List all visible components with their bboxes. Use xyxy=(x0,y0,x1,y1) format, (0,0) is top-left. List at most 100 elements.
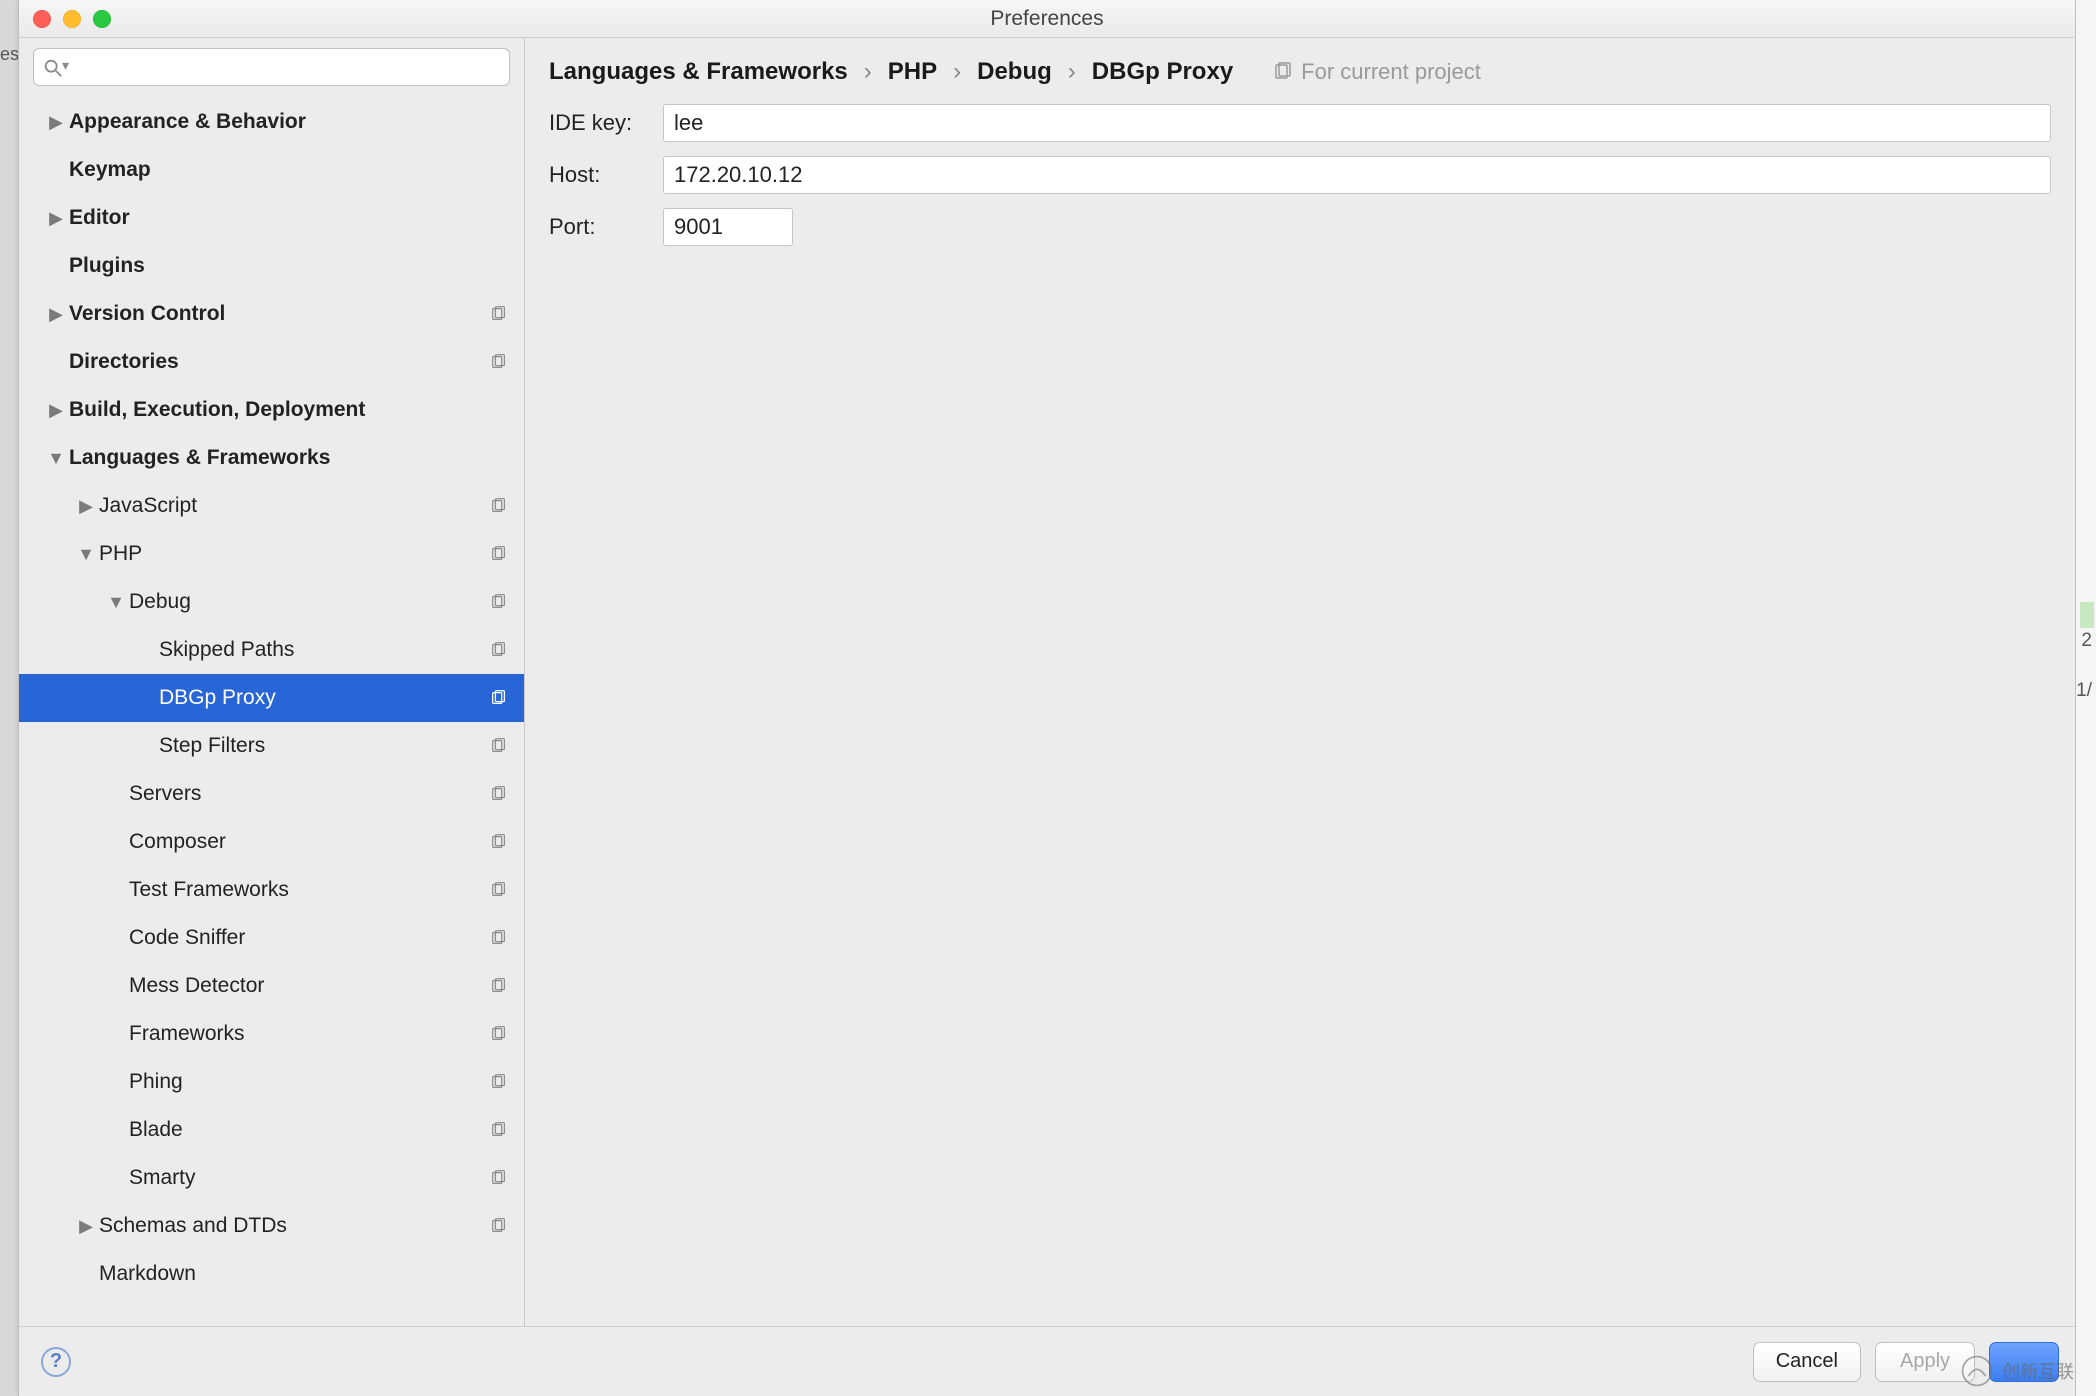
project-scope-icon xyxy=(488,1263,510,1285)
breadcrumb-item[interactable]: Debug xyxy=(977,58,1052,86)
breadcrumb-item[interactable]: Languages & Frameworks xyxy=(549,58,848,86)
sidebar-item-label: Smarty xyxy=(129,1166,488,1190)
sidebar-item-label: Editor xyxy=(69,206,488,230)
sidebar-item[interactable]: ▶Smarty xyxy=(19,1154,524,1202)
sidebar-item[interactable]: ▶Schemas and DTDs xyxy=(19,1202,524,1250)
chevron-right-icon[interactable]: ▶ xyxy=(43,208,69,229)
host-input[interactable] xyxy=(663,156,2051,194)
close-button[interactable] xyxy=(33,10,51,28)
sidebar-item[interactable]: ▼PHP xyxy=(19,530,524,578)
watermark-text: 创新互联 xyxy=(2002,1358,2074,1384)
sidebar-item-label: Frameworks xyxy=(129,1022,488,1046)
sidebar-item[interactable]: ▶Keymap xyxy=(19,146,524,194)
port-input[interactable] xyxy=(663,208,793,246)
project-scope-icon xyxy=(488,1071,510,1093)
sidebar-item[interactable]: ▼Debug xyxy=(19,578,524,626)
project-scope-icon xyxy=(488,1167,510,1189)
sidebar-item[interactable]: ▶Markdown xyxy=(19,1250,524,1298)
project-scope-icon xyxy=(488,207,510,229)
scope-label: For current project xyxy=(1301,59,1481,85)
background-right-strip: 2 1/ xyxy=(2076,0,2096,1396)
chevron-right-icon[interactable]: ▶ xyxy=(43,400,69,421)
sidebar-item-label: DBGp Proxy xyxy=(159,686,488,710)
sidebar-item[interactable]: ▶Composer xyxy=(19,818,524,866)
sidebar-item-label: Skipped Paths xyxy=(159,638,488,662)
project-scope-icon xyxy=(1273,62,1293,82)
ide-key-input[interactable] xyxy=(663,104,2051,142)
sidebar-tree[interactable]: ▶Appearance & Behavior▶Keymap▶Editor▶Plu… xyxy=(19,94,524,1326)
project-scope-icon xyxy=(488,879,510,901)
sidebar-item-label: Step Filters xyxy=(159,734,488,758)
chevron-right-icon[interactable]: ▶ xyxy=(43,112,69,133)
window-controls xyxy=(33,10,111,28)
project-scope-icon xyxy=(488,543,510,565)
sidebar-item[interactable]: ▶Blade xyxy=(19,1106,524,1154)
breadcrumb-item[interactable]: PHP xyxy=(888,58,937,86)
sidebar-item-label: Schemas and DTDs xyxy=(99,1214,488,1238)
project-scope-icon xyxy=(488,831,510,853)
sidebar-item[interactable]: ▶Frameworks xyxy=(19,1010,524,1058)
bg-right-mark: 2 xyxy=(2081,630,2092,652)
project-scope-icon xyxy=(488,1215,510,1237)
sidebar-item[interactable]: ▶Plugins xyxy=(19,242,524,290)
window-title: Preferences xyxy=(19,7,2075,31)
sidebar-item[interactable]: ▶Build, Execution, Deployment xyxy=(19,386,524,434)
main-panel: Languages & Frameworks › PHP › Debug › D… xyxy=(525,38,2075,1326)
ide-key-label: IDE key: xyxy=(549,110,645,136)
project-scope-icon xyxy=(488,159,510,181)
sidebar-item[interactable]: ▶Test Frameworks xyxy=(19,866,524,914)
sidebar-item[interactable]: ▶Mess Detector xyxy=(19,962,524,1010)
sidebar-item[interactable]: ▶Editor xyxy=(19,194,524,242)
project-scope-icon xyxy=(488,255,510,277)
sidebar-item[interactable]: ▶Servers xyxy=(19,770,524,818)
sidebar-item[interactable]: ▶Phing xyxy=(19,1058,524,1106)
chevron-right-icon[interactable]: ▶ xyxy=(43,304,69,325)
chevron-right-icon: › xyxy=(1068,58,1076,86)
sidebar-item-label: Build, Execution, Deployment xyxy=(69,398,488,422)
apply-button-label: Apply xyxy=(1900,1350,1950,1373)
sidebar-item[interactable]: ▶Version Control xyxy=(19,290,524,338)
project-scope-icon xyxy=(488,735,510,757)
chevron-right-icon[interactable]: ▶ xyxy=(73,496,99,517)
project-scope-icon xyxy=(488,447,510,469)
project-scope-icon xyxy=(488,927,510,949)
sidebar-item[interactable]: ▶Directories xyxy=(19,338,524,386)
search-input[interactable] xyxy=(70,56,499,79)
sidebar-item-label: Plugins xyxy=(69,254,488,278)
project-scope-icon xyxy=(488,111,510,133)
footer: ? Cancel Apply xyxy=(19,1326,2075,1396)
sidebar-item-label: Servers xyxy=(129,782,488,806)
minimize-button[interactable] xyxy=(63,10,81,28)
zoom-button[interactable] xyxy=(93,10,111,28)
sidebar-item[interactable]: ▶DBGp Proxy xyxy=(19,674,524,722)
sidebar-item[interactable]: ▶Appearance & Behavior xyxy=(19,98,524,146)
project-scope-icon xyxy=(488,351,510,373)
chevron-right-icon: › xyxy=(953,58,961,86)
sidebar-item-label: Code Sniffer xyxy=(129,926,488,950)
chevron-down-icon[interactable]: ▼ xyxy=(73,544,99,565)
sidebar-item-label: Directories xyxy=(69,350,488,374)
sidebar-item[interactable]: ▶Code Sniffer xyxy=(19,914,524,962)
help-button[interactable]: ? xyxy=(41,1347,71,1377)
sidebar-item-label: Test Frameworks xyxy=(129,878,488,902)
chevron-down-icon[interactable]: ▼ xyxy=(43,448,69,469)
sidebar: ▾ ▶Appearance & Behavior▶Keymap▶Editor▶P… xyxy=(19,38,525,1326)
search-input-wrapper[interactable]: ▾ xyxy=(33,48,510,86)
search-icon xyxy=(42,57,64,79)
sidebar-item[interactable]: ▶Skipped Paths xyxy=(19,626,524,674)
project-scope-icon xyxy=(488,1023,510,1045)
chevron-down-icon[interactable]: ▼ xyxy=(103,592,129,613)
sidebar-item-label: Debug xyxy=(129,590,488,614)
background-left-strip: es xyxy=(0,0,18,1396)
cancel-button[interactable]: Cancel xyxy=(1753,1342,1861,1382)
chevron-right-icon[interactable]: ▶ xyxy=(73,1216,99,1237)
watermark-icon xyxy=(1960,1354,1994,1388)
sidebar-item[interactable]: ▼Languages & Frameworks xyxy=(19,434,524,482)
sidebar-item[interactable]: ▶Step Filters xyxy=(19,722,524,770)
window-body: ▾ ▶Appearance & Behavior▶Keymap▶Editor▶P… xyxy=(19,38,2075,1326)
sidebar-item-label: Version Control xyxy=(69,302,488,326)
sidebar-item-label: Markdown xyxy=(99,1262,488,1286)
sidebar-item[interactable]: ▶JavaScript xyxy=(19,482,524,530)
chevron-right-icon: › xyxy=(864,58,872,86)
project-scope-icon xyxy=(488,975,510,997)
